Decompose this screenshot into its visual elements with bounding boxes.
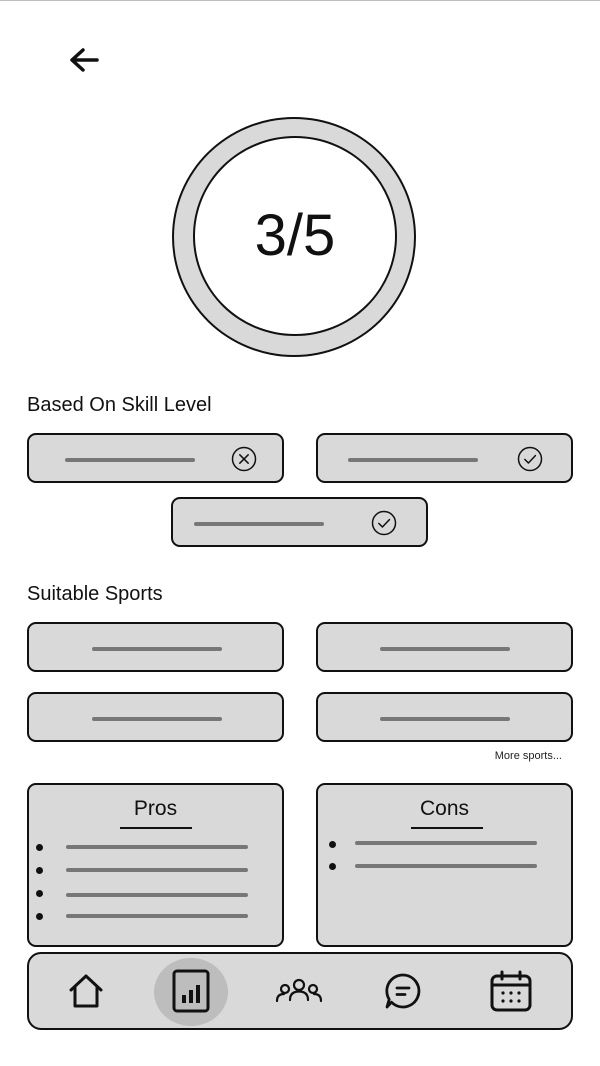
score-circle: 3/5 bbox=[193, 136, 397, 336]
placeholder-text-bar bbox=[348, 458, 478, 462]
placeholder-text-bar bbox=[355, 864, 537, 868]
skill-item[interactable] bbox=[27, 433, 284, 483]
placeholder-text-bar bbox=[66, 868, 248, 872]
chat-icon bbox=[385, 973, 421, 1009]
nav-community[interactable] bbox=[267, 954, 331, 1028]
placeholder-text-bar bbox=[66, 845, 248, 849]
bullet-point bbox=[36, 913, 43, 920]
calendar-icon bbox=[490, 970, 532, 1012]
nav-calendar[interactable] bbox=[485, 954, 537, 1028]
bullet-point bbox=[329, 863, 336, 870]
nav-stats[interactable] bbox=[161, 954, 221, 1028]
placeholder-text-bar bbox=[92, 647, 222, 651]
placeholder-text-bar bbox=[380, 647, 510, 651]
skill-item[interactable] bbox=[171, 497, 428, 547]
score-value: 3/5 bbox=[254, 203, 336, 268]
check-circle-icon bbox=[517, 446, 543, 472]
more-sports-link[interactable]: More sports... bbox=[495, 750, 562, 762]
sport-item[interactable] bbox=[27, 622, 284, 672]
sport-item[interactable] bbox=[27, 692, 284, 742]
check-circle-icon bbox=[371, 510, 397, 536]
bullet-point bbox=[36, 890, 43, 897]
pros-card: Pros bbox=[27, 783, 284, 947]
stats-icon bbox=[172, 969, 210, 1013]
placeholder-text-bar bbox=[92, 717, 222, 721]
pros-title-underline bbox=[120, 827, 192, 829]
arrow-left-icon bbox=[70, 48, 99, 72]
back-button[interactable] bbox=[64, 42, 104, 78]
x-circle-icon bbox=[231, 446, 257, 472]
skill-section-title: Based On Skill Level bbox=[27, 394, 212, 416]
nav-chat[interactable] bbox=[379, 954, 427, 1028]
pros-title: Pros bbox=[133, 797, 178, 820]
sports-section-title: Suitable Sports bbox=[27, 583, 163, 605]
placeholder-text-bar bbox=[66, 893, 248, 897]
sport-item[interactable] bbox=[316, 622, 573, 672]
cons-card: Cons bbox=[316, 783, 573, 947]
top-divider bbox=[0, 0, 600, 1]
bottom-nav bbox=[27, 952, 573, 1030]
placeholder-text-bar bbox=[355, 841, 537, 845]
sport-item[interactable] bbox=[316, 692, 573, 742]
placeholder-text-bar bbox=[194, 522, 324, 526]
community-icon bbox=[275, 978, 323, 1003]
skill-item[interactable] bbox=[316, 433, 573, 483]
nav-home[interactable] bbox=[57, 954, 115, 1028]
bullet-point bbox=[36, 867, 43, 874]
bullet-point bbox=[36, 844, 43, 851]
cons-title-underline bbox=[411, 827, 483, 829]
home-icon bbox=[69, 974, 103, 1008]
placeholder-text-bar bbox=[65, 458, 195, 462]
placeholder-text-bar bbox=[66, 914, 248, 918]
cons-title: Cons bbox=[419, 797, 470, 820]
bullet-point bbox=[329, 841, 336, 848]
placeholder-text-bar bbox=[380, 717, 510, 721]
